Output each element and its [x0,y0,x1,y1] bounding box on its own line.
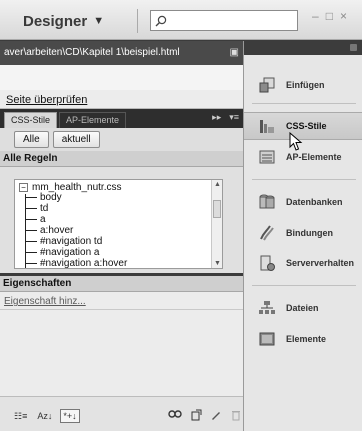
ap-elements-icon [259,150,275,164]
sort-alpha-button[interactable]: Az↓ [35,409,54,423]
workspace-switcher[interactable]: Designer ▼ [13,9,138,33]
properties-pane: Eigenschaft hinz... [0,292,243,396]
rule-item[interactable]: a [25,214,46,225]
all-button[interactable]: Alle [14,131,49,148]
show-set-properties-button[interactable]: *+↓ [60,409,80,423]
property-divider [0,309,243,310]
document-path: aver\arbeiten\CD\Kapitel 1\beispiel.html [4,47,180,58]
rule-item[interactable]: #navigation td [25,236,102,247]
new-rule-icon[interactable] [190,409,202,421]
dock-item-server-behaviors[interactable]: Serververhalten [244,249,362,277]
delete-rule-icon[interactable] [230,409,242,421]
css-panel-toolbar: ☷≡ Az↓ *+↓ [0,396,243,431]
dock-item-label: AP-Elemente [286,152,342,162]
bindings-icon [260,225,274,241]
check-page-bar: Seite überprüfen [0,90,243,109]
tab-ap-elements[interactable]: AP-Elemente [59,112,127,128]
document-path-bar: aver\arbeiten\CD\Kapitel 1\beispiel.html… [0,41,243,65]
dock-item-assets[interactable]: Elemente [244,325,362,353]
search-input[interactable] [170,12,290,29]
dropdown-arrow-icon: ▼ [93,15,105,27]
scroll-down-icon[interactable]: ▼ [214,260,221,267]
mouse-cursor-icon [289,132,303,151]
databases-icon [259,194,275,209]
panel-dock: Einfügen CSS-Stile AP-Elemente Datenbank… [243,41,362,431]
dock-item-label: CSS-Stile [286,121,327,131]
category-view-icon[interactable]: ☷≡ [12,409,29,423]
attach-stylesheet-icon[interactable] [168,409,182,419]
panel-menu-controls: ▸▸ ▾≡ [212,112,239,123]
maximize-button[interactable]: □ [326,9,333,23]
dock-item-label: Serververhalten [286,258,355,268]
dock-header [244,41,362,55]
current-button[interactable]: aktuell [52,131,100,148]
dock-item-ap-elements[interactable]: AP-Elemente [244,143,362,171]
dock-item-label: Bindungen [286,228,333,238]
search-icon [155,15,167,26]
assets-icon [259,332,275,346]
files-icon [259,301,275,314]
css-panel-tabbar: CSS-Stile AP-Elemente ▸▸ ▾≡ [0,109,243,128]
insert-icon [259,77,275,93]
file-icon[interactable]: ▣ [230,47,239,58]
check-page-link[interactable]: Seite überprüfen [6,94,87,106]
rule-item[interactable]: td [25,203,48,214]
application-bar: Designer ▼ – □ × [0,0,362,40]
all-rules-header[interactable]: Alle Regeln [0,151,243,167]
rules-pane: − mm_health_nutr.css body td a a:hover #… [0,167,243,273]
document-canvas [0,65,243,90]
dock-item-label: Dateien [286,303,319,313]
server-behaviors-icon [260,255,275,271]
dock-item-databases[interactable]: Datenbanken [244,188,362,216]
tab-css-styles[interactable]: CSS-Stile [4,112,58,128]
dock-item-css-styles[interactable]: CSS-Stile [244,112,362,140]
minimize-button[interactable]: – [312,9,319,23]
panel-menu-icon[interactable]: ▾≡ [229,112,239,123]
css-styles-icon [260,120,274,133]
properties-header[interactable]: Eigenschaften [0,276,243,292]
rules-scrollbar[interactable]: ▲ ▼ [211,180,222,268]
mode-buttons: Alle aktuell [0,128,243,151]
dock-item-label: Elemente [286,334,327,344]
rule-item[interactable]: body [25,192,62,203]
dock-item-insert[interactable]: Einfügen [244,71,362,99]
scroll-up-icon[interactable]: ▲ [214,181,221,188]
window-controls: – □ × [312,9,347,23]
add-property-link[interactable]: Eigenschaft hinz... [4,296,86,307]
dock-item-label: Datenbanken [286,197,343,207]
collapse-icon[interactable]: − [19,183,28,192]
dock-item-label: Einfügen [286,80,325,90]
rule-item[interactable]: #navigation a:hover [25,258,127,268]
edit-rule-icon[interactable] [210,409,222,421]
scroll-thumb[interactable] [213,200,221,218]
dock-item-files[interactable]: Dateien [244,294,362,322]
dock-grip-icon[interactable] [350,44,357,51]
search-box[interactable] [150,10,298,31]
dock-item-bindings[interactable]: Bindungen [244,219,362,247]
rules-tree[interactable]: − mm_health_nutr.css body td a a:hover #… [14,179,223,269]
rule-item[interactable]: a:hover [25,225,73,236]
panel-collapse-icon[interactable]: ▸▸ [212,112,221,123]
workspace-label: Designer [23,12,88,30]
close-button[interactable]: × [340,9,347,23]
rule-item[interactable]: #navigation a [25,247,100,258]
